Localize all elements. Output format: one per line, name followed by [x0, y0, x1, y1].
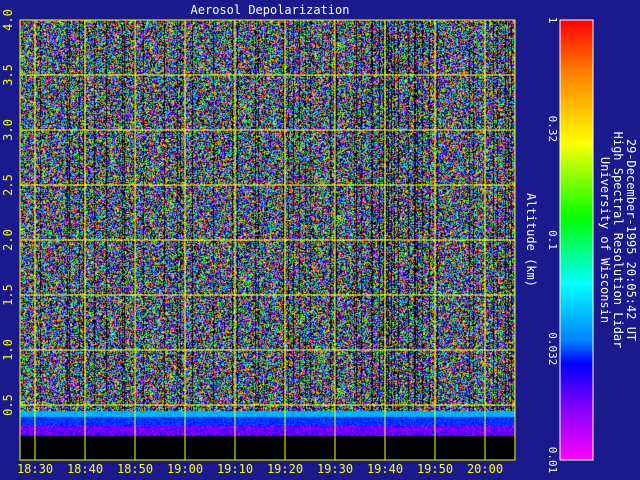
x-tick-label: 19:50	[417, 462, 453, 476]
caption-institution: University of Wisconsin	[598, 157, 612, 323]
x-tick-labels: 18:30 18:40 18:50 19:00 19:10 19:20 19:30 19:40…	[17, 462, 503, 476]
y-tick-label: 0.5	[1, 394, 15, 416]
y-tick-label: 3.5	[1, 64, 15, 86]
x-tick-label: 18:50	[117, 462, 153, 476]
x-tick-label: 19:00	[167, 462, 203, 476]
caption-timestamp: 29-December-1995 20:05:42 UT	[624, 139, 638, 341]
x-tick-label: 19:30	[317, 462, 353, 476]
colorbar-tick-label: 0.032	[546, 332, 559, 365]
x-tick-label: 19:10	[217, 462, 253, 476]
x-tick-label: 18:40	[67, 462, 103, 476]
colorbar-tick-label: 0.1	[546, 230, 559, 250]
x-tick-label: 19:40	[367, 462, 403, 476]
y-tick-label: 4.0	[1, 9, 15, 31]
y-tick-labels: 0.5 1.0 1.5 2.0 2.5 3.0 3.5 4.0	[1, 9, 15, 416]
caption-instrument: High Spectral Resolution Lidar	[611, 132, 625, 349]
colorbar-tick-label: 0.01	[546, 447, 559, 474]
y-tick-label: 1.5	[1, 284, 15, 306]
y-axis-label: Altitude (km)	[524, 193, 538, 287]
x-tick-label: 20:00	[467, 462, 503, 476]
colorbar	[559, 19, 594, 461]
colorbar-tick-label: 1	[546, 17, 559, 24]
chart-title: Aerosol Depolarization	[191, 3, 350, 17]
depolarization-chart: Aerosol Depolarization 0.5 1.0 1.5 2.0 2.5 3.…	[1, 3, 638, 476]
colorbar-tick-label: 0.32	[546, 116, 559, 143]
x-tick-label: 18:30	[17, 462, 53, 476]
x-tick-label: 19:20	[267, 462, 303, 476]
y-tick-label: 2.0	[1, 229, 15, 251]
colorbar-tick-labels: 1 0.32 0.1 0.032 0.01	[546, 17, 559, 474]
y-tick-label: 2.5	[1, 174, 15, 196]
y-tick-label: 1.0	[1, 339, 15, 361]
y-tick-label: 3.0	[1, 119, 15, 141]
